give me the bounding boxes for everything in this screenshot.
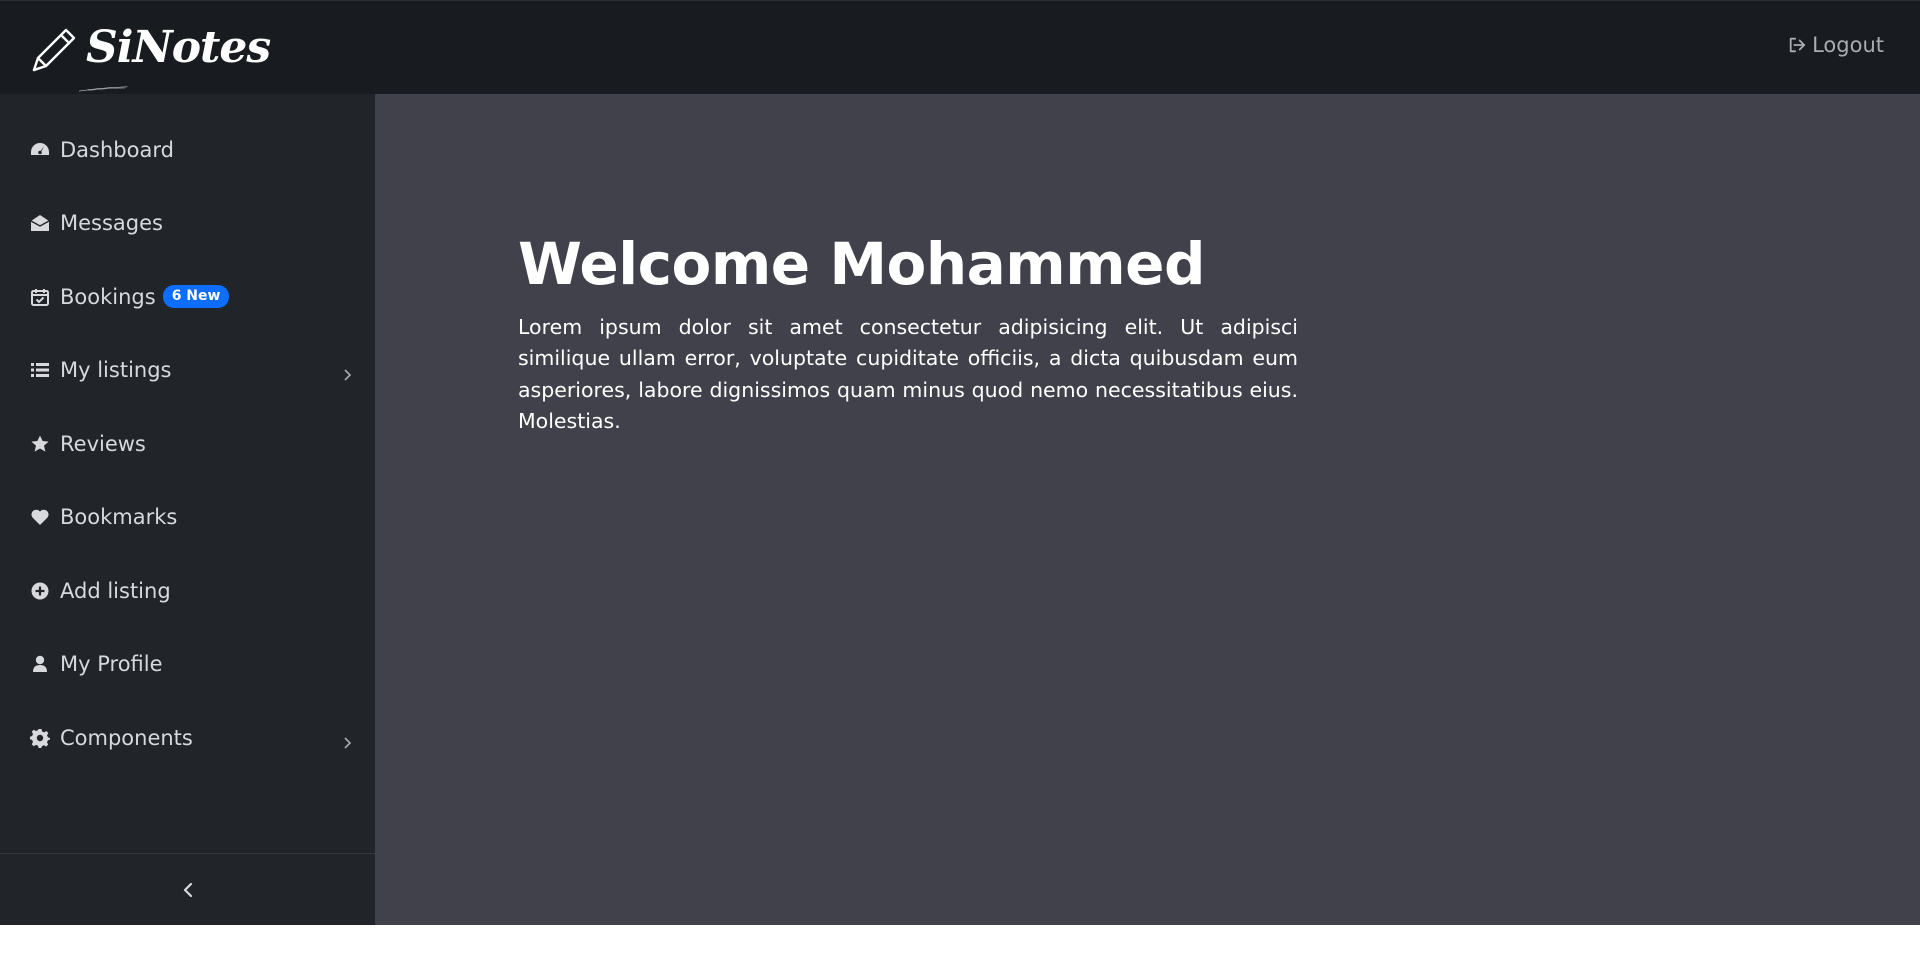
pencil-icon [32,28,76,72]
sidebar-item-label: Add listing [60,578,171,603]
sidebar-item-label: My listings [60,358,172,383]
sidebar-item-reviews[interactable]: Reviews [0,407,375,481]
sidebar-item-messages[interactable]: Messages [0,187,375,261]
sidebar-item-bookmarks[interactable]: Bookmarks [0,481,375,555]
envelope-open-icon [30,213,50,233]
user-icon [30,654,50,674]
dashboard-icon [30,140,50,160]
gear-icon [30,728,50,748]
sidebar-item-label: My Profile [60,652,163,677]
app-shell: SiNotes Logout Dashboard Messages Bookin… [0,0,1920,925]
sidebar-nav: Dashboard Messages Bookings 6 New My lis… [0,94,375,775]
list-icon [30,360,50,380]
chevron-right-icon [341,731,353,749]
sidebar-collapse-button[interactable] [0,853,375,925]
sidebar-item-label: Reviews [60,431,146,456]
sidebar-item-my-profile[interactable]: My Profile [0,628,375,702]
logout-label: Logout [1812,33,1884,57]
plus-circle-icon [30,581,50,601]
brand-logo[interactable]: SiNotes [28,19,271,92]
sidebar-item-label: Bookmarks [60,505,178,530]
logout-button[interactable]: Logout [1788,33,1884,57]
sidebar-item-label: Bookings [60,284,156,309]
calendar-check-icon [30,287,50,307]
sidebar-item-label: Messages [60,211,163,236]
chevron-right-icon [341,363,353,381]
welcome-section: Welcome Mohammed Lorem ipsum dolor sit a… [518,230,1298,438]
welcome-text: Lorem ipsum dolor sit amet consectetur a… [518,314,1298,434]
chevron-left-icon [183,882,192,897]
bookings-badge: 6 New [162,285,230,309]
sign-out-icon [1789,37,1806,53]
heart-icon [30,507,50,527]
page-title: Welcome Mohammed [518,230,1206,298]
sidebar-item-label: Components [60,725,193,750]
sidebar-item-bookings[interactable]: Bookings 6 New [0,260,375,334]
sidebar-item-dashboard[interactable]: Dashboard [0,113,375,187]
sidebar: Dashboard Messages Bookings 6 New My lis… [0,94,375,925]
star-icon [30,434,50,454]
main-content: Welcome Mohammed Lorem ipsum dolor sit a… [375,94,1920,925]
sidebar-item-add-listing[interactable]: Add listing [0,554,375,628]
sidebar-item-label: Dashboard [60,137,174,162]
top-navbar: SiNotes Logout [0,0,1920,94]
sidebar-item-components[interactable]: Components [0,701,375,775]
sidebar-item-my-listings[interactable]: My listings [0,334,375,408]
